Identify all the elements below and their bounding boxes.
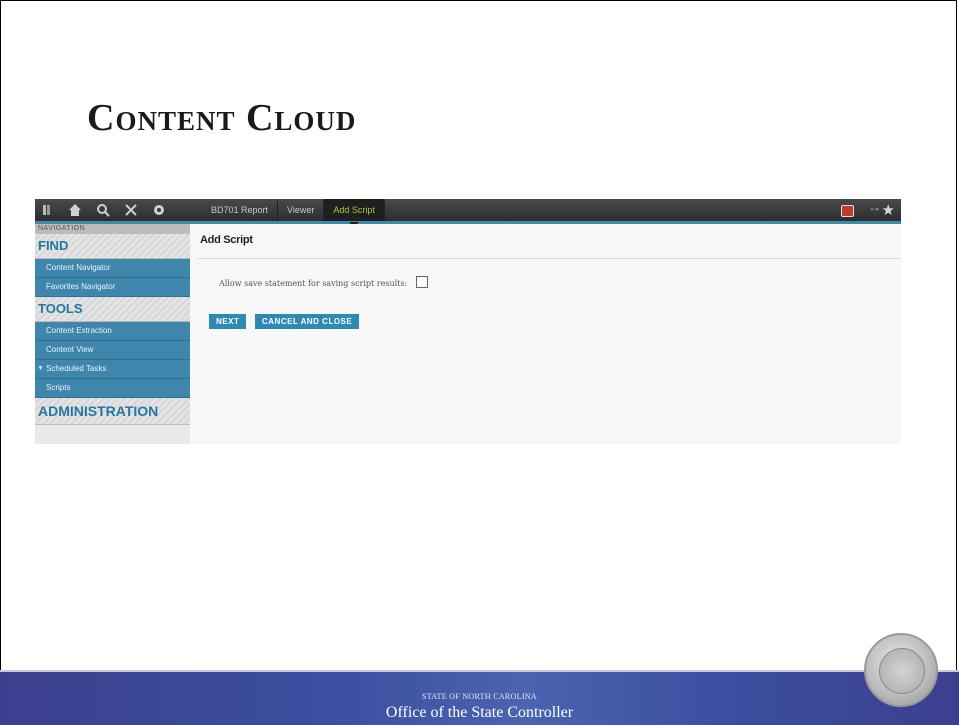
sidebar-item-favorites-navigator[interactable]: Favorites Navigator [35, 278, 190, 297]
sidebar-item-label: Scheduled Tasks [46, 364, 107, 373]
sidebar-section-tools[interactable]: TOOLS [35, 297, 190, 322]
save-statement-checkbox[interactable] [416, 276, 428, 288]
footer: STATE OF NORTH CAROLINA Office of the St… [0, 670, 959, 725]
tab-viewer[interactable]: Viewer [278, 199, 325, 221]
sidebar-item-content-extraction[interactable]: Content Extraction [35, 322, 190, 341]
footer-office-label: Office of the State Controller [385, 704, 574, 721]
page-title: Add Script [200, 234, 253, 246]
save-statement-label: Allow save statement for saving script r… [219, 279, 408, 288]
tab-bar: BD701 Report Viewer Add Script [202, 199, 385, 227]
settings-icon[interactable] [151, 203, 167, 219]
app-screenshot: BD701 Report Viewer Add Script ⊶ ★ NAVIG… [35, 199, 901, 444]
notification-icon[interactable] [841, 205, 854, 217]
sidebar-item-label: Content Extraction [46, 326, 112, 335]
sidebar-item-label: Favorites Navigator [46, 282, 116, 291]
sidebar-section-administration[interactable]: ADMINISTRATION [35, 398, 190, 425]
cancel-and-close-button[interactable]: CANCEL AND CLOSE [255, 314, 360, 329]
sidebar-section-find[interactable]: FIND [35, 234, 190, 259]
expand-arrow-icon: ▼ [37, 365, 44, 372]
tab-bd701-report[interactable]: BD701 Report [202, 199, 279, 221]
home-icon[interactable] [67, 203, 83, 219]
search-icon[interactable] [95, 203, 111, 219]
sidebar-item-scheduled-tasks[interactable]: ▼ Scheduled Tasks [35, 360, 190, 379]
star-icon[interactable]: ★ [882, 201, 895, 219]
sidebar: NAVIGATION FIND Content Navigator Favori… [35, 224, 190, 444]
footer-state-label: STATE OF NORTH CAROLINA [422, 692, 537, 701]
state-seal-logo [864, 633, 938, 707]
pin-icon[interactable]: ⊶ [870, 204, 879, 215]
sidebar-item-content-view[interactable]: Content View [35, 341, 190, 360]
tab-add-script[interactable]: Add Script [324, 199, 385, 227]
sidebar-item-label: Scripts [46, 383, 71, 392]
slide-title: Content Cloud [87, 97, 357, 139]
next-button[interactable]: NEXT [209, 314, 247, 329]
menu-icon[interactable] [41, 203, 57, 219]
sidebar-item-label: Content View [46, 345, 94, 354]
sidebar-item-scripts[interactable]: Scripts [35, 379, 190, 398]
tools-icon[interactable] [123, 203, 139, 219]
navigation-caption: NAVIGATION [35, 224, 190, 234]
sidebar-item-label: Content Navigator [46, 263, 111, 272]
main-panel: Add Script Allow save statement for savi… [190, 224, 901, 444]
seal-inner [879, 648, 925, 694]
app-topbar: BD701 Report Viewer Add Script ⊶ ★ [35, 199, 901, 227]
divider [198, 258, 901, 259]
sidebar-item-content-navigator[interactable]: Content Navigator [35, 259, 190, 278]
